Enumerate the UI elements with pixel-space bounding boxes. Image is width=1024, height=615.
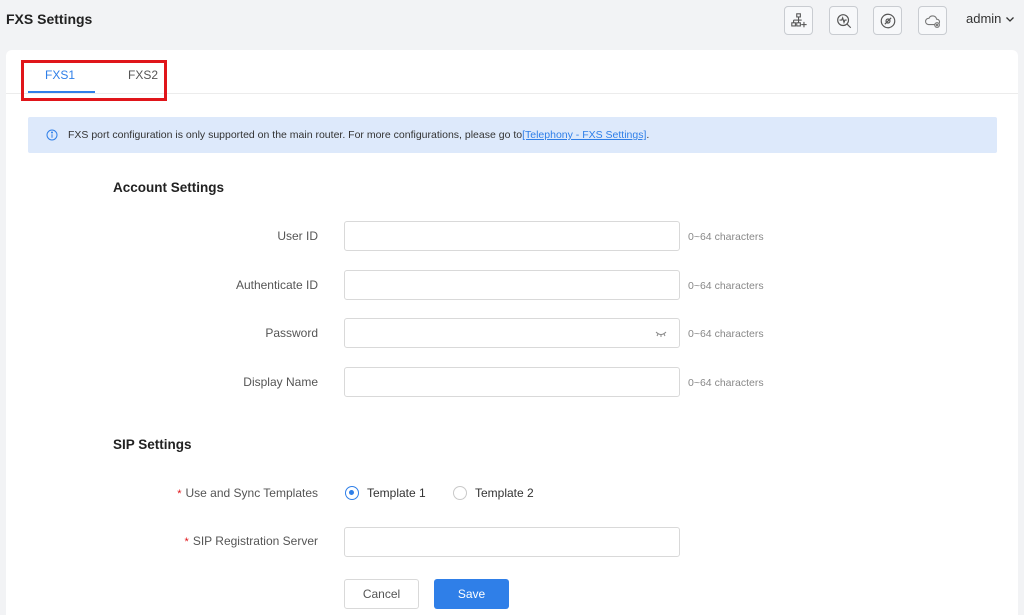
- network-add-button[interactable]: [784, 6, 813, 35]
- tab-bar: FXS1 FXS2: [6, 50, 1018, 101]
- telephony-fxs-link[interactable]: [Telephony - FXS Settings]: [522, 129, 646, 141]
- settings-card: FXS1 FXS2 FXS port configuration is only…: [6, 50, 1018, 615]
- diagnose-button[interactable]: [829, 6, 858, 35]
- user-menu[interactable]: admin: [966, 11, 1015, 26]
- authenticate-id-label: Authenticate ID: [235, 278, 318, 292]
- sip-server-label-text: SIP Registration Server: [192, 534, 318, 548]
- sip-server-input[interactable]: [344, 527, 680, 557]
- tab-highlight-box: [21, 60, 167, 101]
- banner-suffix: .: [646, 129, 650, 141]
- top-bar: FXS Settings admin: [0, 0, 1024, 44]
- sip-server-label: * SIP Registration Server: [118, 534, 318, 548]
- network-add-icon: [790, 12, 807, 27]
- banner-text: FXS port configuration is only supported…: [68, 129, 523, 141]
- password-hint: 0~64 characters: [688, 328, 764, 340]
- user-id-label: User ID: [277, 229, 318, 243]
- password-input[interactable]: [344, 318, 680, 348]
- cancel-button[interactable]: Cancel: [344, 579, 419, 609]
- sip-settings-title: SIP Settings: [113, 437, 192, 452]
- save-button[interactable]: Save: [434, 579, 509, 609]
- password-label: Password: [265, 326, 318, 340]
- chevron-down-icon: [1006, 16, 1015, 22]
- display-name-label: Display Name: [243, 375, 318, 389]
- template-2-label[interactable]: Template 2: [475, 486, 534, 500]
- templates-label-text: Use and Sync Templates: [185, 486, 318, 500]
- user-id-hint: 0~64 characters: [688, 231, 764, 243]
- info-banner: FXS port configuration is only supported…: [28, 117, 997, 153]
- required-marker: *: [184, 536, 189, 548]
- page-title: FXS Settings: [6, 11, 93, 27]
- template-1-label[interactable]: Template 1: [367, 486, 426, 500]
- user-id-input[interactable]: [344, 221, 680, 251]
- required-marker: *: [177, 488, 182, 500]
- templates-label: * Use and Sync Templates: [118, 486, 318, 500]
- display-name-hint: 0~64 characters: [688, 377, 764, 389]
- eye-closed-icon[interactable]: [655, 330, 667, 338]
- template-2-radio[interactable]: [453, 486, 467, 500]
- cloud-icon: [924, 14, 940, 28]
- compass-icon: [880, 13, 895, 28]
- diagnose-icon: [836, 13, 851, 28]
- info-icon: [46, 129, 58, 141]
- authenticate-id-hint: 0~64 characters: [688, 280, 764, 292]
- display-name-input[interactable]: [344, 367, 680, 397]
- account-settings-title: Account Settings: [113, 180, 225, 195]
- cloud-button[interactable]: [918, 6, 947, 35]
- username: admin: [966, 11, 1002, 26]
- authenticate-id-input[interactable]: [344, 270, 680, 300]
- template-1-radio[interactable]: [345, 486, 359, 500]
- compass-button[interactable]: [873, 6, 902, 35]
